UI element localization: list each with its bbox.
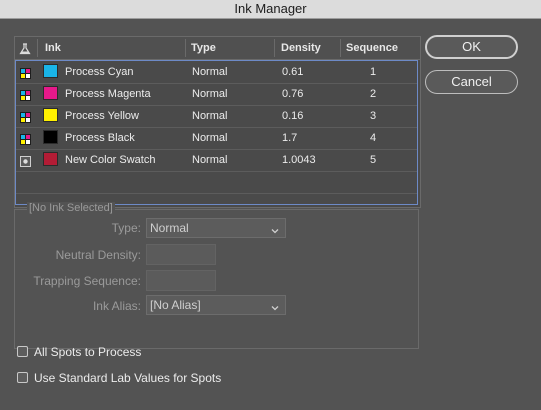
type-select-value: Normal: [150, 221, 189, 235]
ink-row[interactable]: Process Cyan Normal 0.61 1: [16, 61, 417, 84]
empty-row: [16, 171, 417, 194]
window-title: Ink Manager: [234, 1, 307, 16]
ink-sequence: 2: [370, 88, 377, 100]
ink-name: Process Yellow: [65, 110, 139, 122]
type-select[interactable]: Normal: [146, 218, 286, 238]
trapping-sequence-field[interactable]: [146, 270, 216, 291]
column-header-density[interactable]: Density: [281, 37, 321, 59]
type-label: Type:: [111, 221, 141, 235]
ink-color-swatch: [43, 108, 58, 122]
use-standard-lab-label[interactable]: Use Standard Lab Values for Spots: [34, 370, 221, 386]
ink-row[interactable]: Process Yellow Normal 0.16 3: [16, 105, 417, 128]
column-header-type[interactable]: Type: [191, 37, 216, 59]
process-ink-icon: [20, 66, 31, 79]
ink-color-swatch: [43, 152, 58, 166]
ink-alias-select[interactable]: [No Alias]: [146, 295, 286, 315]
trapping-sequence-label: Trapping Sequence:: [33, 274, 141, 288]
column-divider: [185, 39, 186, 57]
ink-color-swatch: [43, 64, 58, 78]
ink-sequence: 5: [370, 154, 377, 166]
ink-name: Process Black: [65, 132, 135, 144]
ok-button[interactable]: OK: [425, 35, 518, 59]
ink-sequence: 1: [370, 66, 377, 78]
neutral-density-label: Neutral Density:: [55, 248, 141, 262]
all-spots-to-process-checkbox[interactable]: [17, 346, 28, 357]
process-ink-icon: [20, 88, 31, 101]
ink-alias-value: [No Alias]: [150, 298, 201, 312]
ink-type: Normal: [192, 132, 228, 144]
column-divider: [340, 39, 341, 57]
ink-row[interactable]: New Color Swatch Normal 1.0043 5: [16, 149, 417, 172]
ink-density: 0.61: [282, 66, 304, 78]
process-ink-icon: [20, 110, 31, 123]
ink-list[interactable]: Process Cyan Normal 0.61 1 Process Magen…: [15, 60, 418, 205]
ink-color-swatch: [43, 86, 58, 100]
ink-name: Process Cyan: [65, 66, 134, 78]
ink-type-column-icon: [19, 42, 31, 55]
process-ink-icon: [20, 132, 31, 145]
ink-density: 1.0043: [282, 154, 316, 166]
spot-ink-icon: [20, 154, 31, 167]
title-bar: Ink Manager: [0, 0, 541, 19]
ink-type: Normal: [192, 88, 228, 100]
ink-table: Ink Type Density Sequence Process Cyan N…: [14, 36, 421, 208]
ink-density: 0.16: [282, 110, 304, 122]
ink-sequence: 4: [370, 132, 377, 144]
cancel-button[interactable]: Cancel: [425, 70, 518, 94]
ink-name: Process Magenta: [65, 88, 151, 100]
ink-sequence: 3: [370, 110, 377, 122]
ink-row[interactable]: Process Magenta Normal 0.76 2: [16, 83, 417, 106]
column-divider: [274, 39, 275, 57]
ink-type: Normal: [192, 66, 228, 78]
column-header-ink[interactable]: Ink: [45, 37, 61, 59]
ink-density: 0.76: [282, 88, 304, 100]
column-header-sequence[interactable]: Sequence: [346, 37, 398, 59]
chevron-down-icon: [270, 223, 280, 234]
neutral-density-field[interactable]: [146, 244, 216, 265]
all-spots-to-process-label[interactable]: All Spots to Process: [34, 344, 141, 360]
ink-table-header: Ink Type Density Sequence: [15, 37, 420, 60]
ink-alias-label: Ink Alias:: [92, 299, 141, 313]
ink-density: 1.7: [282, 132, 298, 144]
ink-color-swatch: [43, 130, 58, 144]
ink-row[interactable]: Process Black Normal 1.7 4: [16, 127, 417, 150]
ink-type: Normal: [192, 110, 228, 122]
use-standard-lab-checkbox[interactable]: [17, 372, 28, 383]
ink-manager-dialog: Ink Type Density Sequence Process Cyan N…: [0, 19, 541, 410]
ink-name: New Color Swatch: [65, 154, 156, 166]
ink-type: Normal: [192, 154, 228, 166]
group-title: [No Ink Selected]: [27, 202, 115, 214]
column-divider: [37, 39, 38, 57]
chevron-down-icon: [270, 300, 280, 311]
